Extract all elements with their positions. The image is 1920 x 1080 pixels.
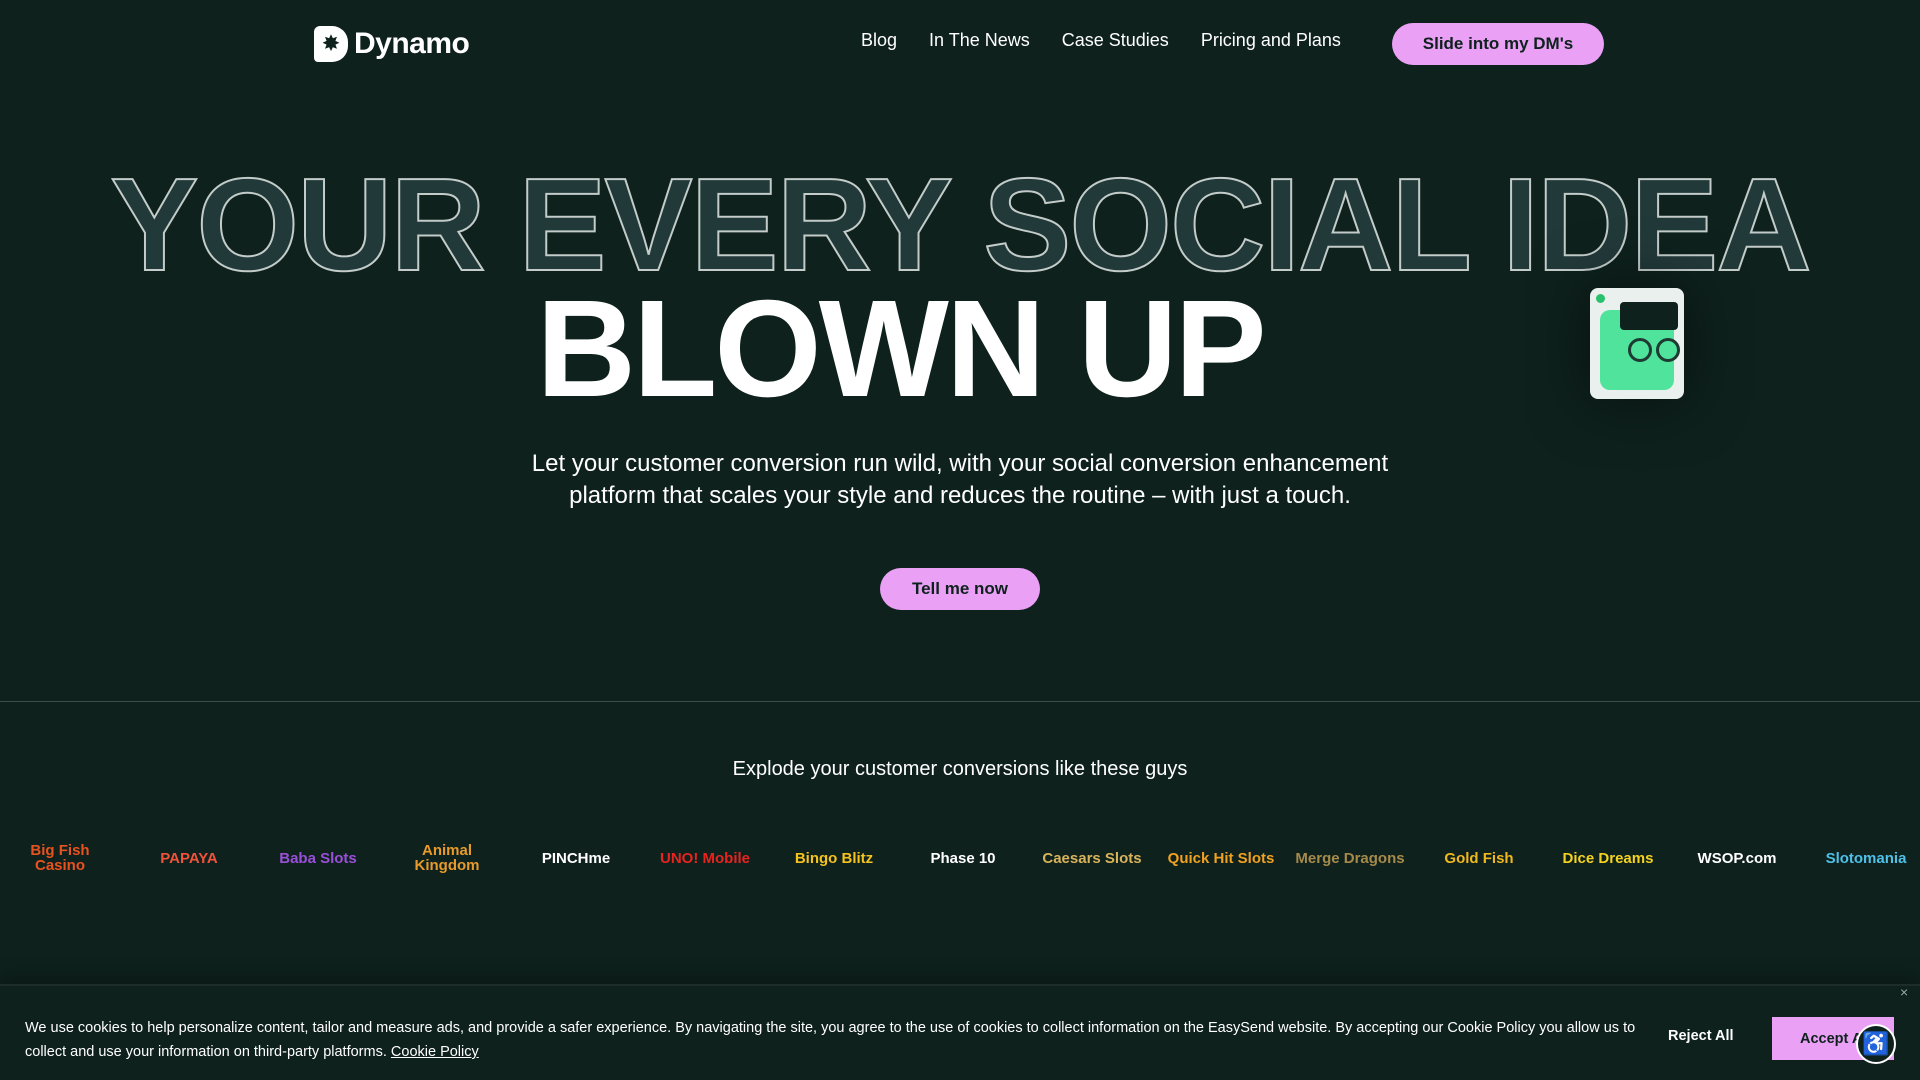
nav-pricing[interactable]: Pricing and Plans (1201, 30, 1341, 51)
tell-me-now-button[interactable]: Tell me now (880, 568, 1040, 610)
dynamo-logo-icon: ✸ (314, 26, 348, 62)
client-logo: WSOP.com (1697, 849, 1777, 867)
subtitle-line: Let your customer conversion run wild, w… (531, 450, 1389, 477)
glasses-icon (1656, 338, 1680, 362)
reject-all-button[interactable]: Reject All (1668, 1028, 1734, 1044)
glasses-icon (1628, 338, 1652, 362)
main-nav: Blog In The News Case Studies Pricing an… (861, 30, 1341, 51)
mascot-hair (1620, 302, 1678, 330)
subtitle-line: platform that scales your style and redu… (569, 482, 1351, 509)
mascot-illustration (1590, 288, 1684, 399)
contact-button[interactable]: Slide into my DM's (1392, 23, 1604, 65)
nav-blog[interactable]: Blog (861, 30, 897, 51)
nav-in-the-news[interactable]: In The News (929, 30, 1030, 51)
client-logo: Animal Kingdom (414, 842, 480, 874)
cookie-message: We use cookies to help personalize conte… (25, 1020, 1636, 1060)
client-logo: UNO! Mobile (660, 849, 750, 867)
client-logo: Phase 10 (930, 849, 996, 867)
hero-headline-outline: YOUR EVERY SOCIAL IDEA (109, 151, 1812, 298)
cookie-text: We use cookies to help personalize conte… (25, 1016, 1645, 1064)
client-logo: PINCHme (541, 849, 611, 867)
client-logo: Bingo Blitz (794, 849, 874, 867)
client-logo: Big Fish Casino (30, 842, 90, 874)
client-logo: Slotomania (1825, 849, 1907, 867)
client-logo: Merge Dragons (1295, 849, 1405, 867)
clients-heading: Explode your customer conversions like t… (732, 758, 1188, 780)
accessibility-icon[interactable]: ♿ (1856, 1024, 1896, 1064)
client-logo: Caesars Slots (1042, 849, 1142, 867)
cookie-policy-link[interactable]: Cookie Policy (391, 1044, 479, 1060)
brand-name: Dynamo (354, 27, 470, 60)
client-logo: Gold Fish (1444, 849, 1514, 867)
client-logos: Big Fish Casino PAPAYA Baba Slots Animal Ki… (0, 820, 1920, 896)
client-logo: Dice Dreams (1562, 849, 1654, 867)
client-logo: Baba Slots (279, 849, 357, 867)
client-logo: PAPAYA (160, 849, 218, 867)
hero-subtitle: Let your customer conversion run wild, w… (0, 448, 1920, 512)
brand-logo[interactable]: ✸ Dynamo (314, 26, 470, 62)
divider (0, 701, 1920, 702)
close-icon[interactable]: × (1900, 984, 1908, 1000)
status-dot-icon (1596, 294, 1605, 303)
client-logo: Quick Hit Slots (1167, 849, 1275, 867)
nav-case-studies[interactable]: Case Studies (1062, 30, 1169, 51)
